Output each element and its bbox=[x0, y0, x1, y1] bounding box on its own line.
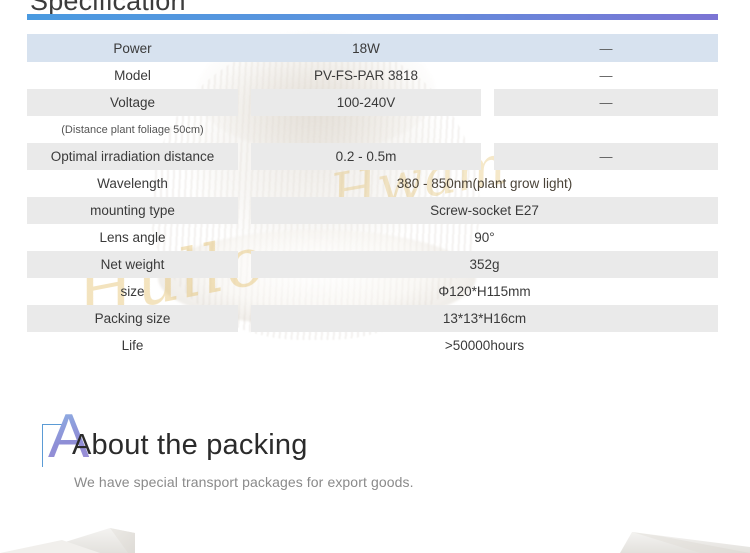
gradient-divider bbox=[27, 14, 718, 20]
packaging-carton-graphic bbox=[0, 528, 750, 553]
table-row: size Φ120*H115mm bbox=[27, 278, 718, 305]
spec-value: 18W bbox=[352, 40, 380, 56]
spec-value: 90° bbox=[474, 230, 495, 245]
spec-value: PV-FS-PAR 3818 bbox=[313, 68, 419, 83]
cell-gap bbox=[238, 170, 251, 197]
spec-label: Model bbox=[114, 68, 151, 83]
about-packing-section: A About the packing We have special tran… bbox=[0, 404, 750, 504]
specification-page: Hullo Hwam Specification Power 18W — Mod… bbox=[0, 0, 750, 553]
about-packing-subtitle: We have special transport packages for e… bbox=[74, 474, 414, 490]
cell-gap bbox=[238, 143, 251, 170]
table-row: Life >50000hours bbox=[27, 332, 718, 359]
cell-gap bbox=[238, 332, 251, 359]
cell-gap bbox=[238, 278, 251, 305]
table-row: Voltage 100-240V — bbox=[27, 89, 718, 116]
cell-gap bbox=[238, 197, 251, 224]
spec-label: Optimal irradiation distance bbox=[27, 143, 238, 170]
table-row: Optimal irradiation distance 0.2 - 0.5m — bbox=[27, 143, 718, 170]
spec-value: 13*13*H16cm bbox=[251, 305, 718, 332]
specification-table: Power 18W — Model PV-FS-PAR 3818 — Voltage 1… bbox=[27, 34, 718, 359]
cell-gap bbox=[238, 34, 251, 62]
table-row-header: Power 18W — bbox=[27, 34, 718, 62]
spec-value: Screw-socket E27 bbox=[251, 197, 718, 224]
spec-label: size bbox=[120, 284, 145, 299]
cell-gap bbox=[481, 62, 494, 89]
spec-extra: — bbox=[494, 143, 718, 170]
spec-label: Net weight bbox=[27, 251, 238, 278]
spec-label: Voltage bbox=[27, 89, 238, 116]
spec-value: 380 - 850nm(plant grow light) bbox=[396, 176, 573, 191]
spec-label: mounting type bbox=[27, 197, 238, 224]
spec-extra: — bbox=[599, 40, 613, 56]
cell-gap bbox=[481, 34, 494, 62]
cell-gap bbox=[238, 89, 251, 116]
table-body: Model PV-FS-PAR 3818 — Voltage 100-240V — (Dis… bbox=[27, 62, 718, 359]
spec-label: Power bbox=[113, 40, 152, 56]
spec-value: >50000hours bbox=[444, 338, 525, 353]
cell-gap bbox=[238, 62, 251, 89]
table-row: (Distance plant foliage 50cm) bbox=[27, 116, 718, 143]
cell-gap bbox=[481, 143, 494, 170]
table-row: Wavelength 380 - 850nm(plant grow light) bbox=[27, 170, 718, 197]
table-row: Lens angle 90° bbox=[27, 224, 718, 251]
table-row: Net weight 352g bbox=[27, 251, 718, 278]
table-row: mounting type Screw-socket E27 bbox=[27, 197, 718, 224]
spec-value: 0.2 - 0.5m bbox=[251, 143, 481, 170]
spec-note: (Distance plant foliage 50cm) bbox=[61, 123, 204, 136]
spec-label: Packing size bbox=[27, 305, 238, 332]
spec-value: 352g bbox=[251, 251, 718, 278]
cell-gap bbox=[238, 251, 251, 278]
cell-empty bbox=[238, 116, 718, 143]
cell-gap bbox=[238, 224, 251, 251]
cell-gap bbox=[238, 305, 251, 332]
about-packing-title: About the packing bbox=[72, 429, 308, 461]
spec-label: Lens angle bbox=[99, 230, 166, 245]
spec-label: Life bbox=[121, 338, 144, 353]
table-row: Model PV-FS-PAR 3818 — bbox=[27, 62, 718, 89]
cell-gap bbox=[481, 89, 494, 116]
spec-extra: — bbox=[599, 68, 613, 83]
spec-value: Φ120*H115mm bbox=[438, 284, 531, 299]
spec-value: 100-240V bbox=[251, 89, 481, 116]
spec-extra: — bbox=[494, 89, 718, 116]
table-row: Packing size 13*13*H16cm bbox=[27, 305, 718, 332]
spec-label: Wavelength bbox=[97, 176, 168, 191]
